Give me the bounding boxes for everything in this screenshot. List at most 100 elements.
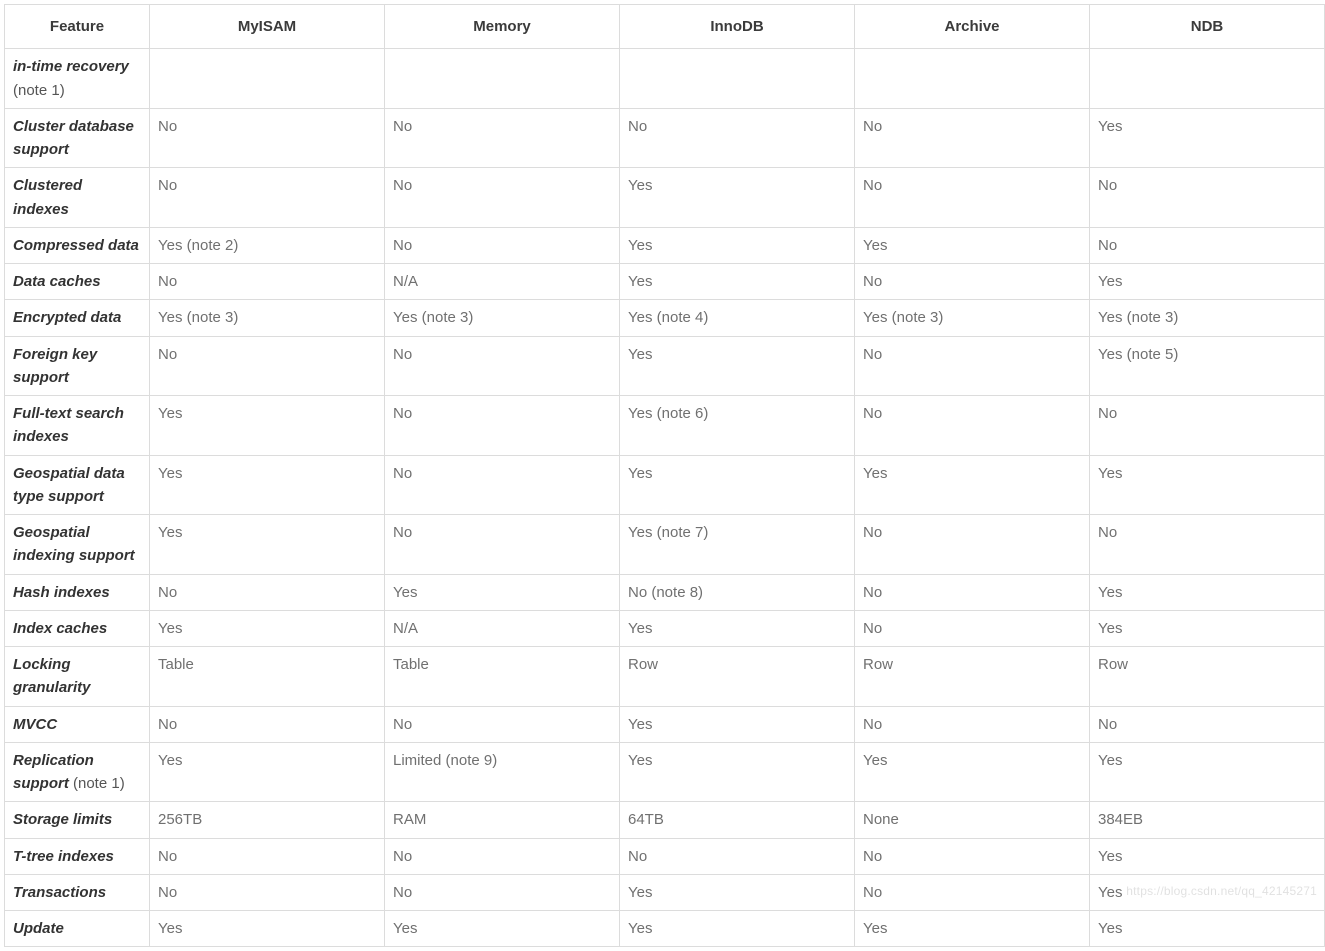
value-cell: Yes xyxy=(150,742,385,802)
value-cell: Yes xyxy=(1090,264,1325,300)
col-header: NDB xyxy=(1090,5,1325,49)
feature-cell: Storage limits xyxy=(5,802,150,838)
feature-name: Compressed data xyxy=(13,237,139,254)
value-cell: No xyxy=(855,396,1090,456)
value-cell: No xyxy=(855,108,1090,168)
value-cell: Yes (note 3) xyxy=(855,300,1090,336)
value-cell: Yes xyxy=(150,396,385,456)
table-row: Geospatial indexing supportYesNoYes (not… xyxy=(5,515,1325,575)
value-cell: Yes xyxy=(1090,108,1325,168)
page-wrap: Feature MyISAM Memory InnoDB Archive NDB… xyxy=(0,0,1325,951)
value-cell: Row xyxy=(1090,647,1325,707)
table-row: Geospatial data type supportYesNoYesYesY… xyxy=(5,455,1325,515)
value-cell: No xyxy=(855,336,1090,396)
value-cell: Limited (note 9) xyxy=(385,742,620,802)
value-cell: No xyxy=(855,264,1090,300)
feature-cell: T-tree indexes xyxy=(5,838,150,874)
feature-note: (note 1) xyxy=(13,82,65,99)
value-cell: Yes xyxy=(620,455,855,515)
feature-cell: Cluster database support xyxy=(5,108,150,168)
value-cell: N/A xyxy=(385,264,620,300)
value-cell: No xyxy=(385,706,620,742)
value-cell: Yes (note 5) xyxy=(1090,336,1325,396)
col-header: Feature xyxy=(5,5,150,49)
value-cell xyxy=(1090,49,1325,109)
feature-name: Update xyxy=(13,920,64,937)
value-cell: Yes (note 4) xyxy=(620,300,855,336)
value-cell: Yes xyxy=(620,742,855,802)
value-cell: Yes (note 3) xyxy=(1090,300,1325,336)
value-cell: No xyxy=(620,108,855,168)
value-cell: None xyxy=(855,802,1090,838)
value-cell: No xyxy=(150,574,385,610)
value-cell: Yes (note 2) xyxy=(150,227,385,263)
value-cell xyxy=(620,49,855,109)
feature-name: Storage limits xyxy=(13,811,112,828)
feature-cell: in-time recovery (note 1) xyxy=(5,49,150,109)
col-header: Archive xyxy=(855,5,1090,49)
table-header-row: Feature MyISAM Memory InnoDB Archive NDB xyxy=(5,5,1325,49)
table-body: in-time recovery (note 1)Cluster databas… xyxy=(5,49,1325,947)
value-cell: Yes xyxy=(1090,574,1325,610)
value-cell: 256TB xyxy=(150,802,385,838)
value-cell: No xyxy=(385,515,620,575)
value-cell: No xyxy=(385,838,620,874)
value-cell: No xyxy=(855,706,1090,742)
value-cell: No xyxy=(385,168,620,228)
table-row: TransactionsNoNoYesNoYes xyxy=(5,874,1325,910)
value-cell: 64TB xyxy=(620,802,855,838)
value-cell: No xyxy=(855,515,1090,575)
value-cell: No xyxy=(1090,396,1325,456)
value-cell: Yes xyxy=(620,227,855,263)
value-cell: Yes xyxy=(1090,838,1325,874)
value-cell: No xyxy=(150,838,385,874)
feature-cell: Geospatial data type support xyxy=(5,455,150,515)
feature-cell: Index caches xyxy=(5,610,150,646)
table-row: in-time recovery (note 1) xyxy=(5,49,1325,109)
feature-name: Clustered indexes xyxy=(13,177,82,217)
value-cell: Yes (note 7) xyxy=(620,515,855,575)
table-row: Clustered indexesNoNoYesNoNo xyxy=(5,168,1325,228)
feature-cell: MVCC xyxy=(5,706,150,742)
table-row: Compressed dataYes (note 2)NoYesYesNo xyxy=(5,227,1325,263)
value-cell: No xyxy=(150,168,385,228)
feature-name: Locking granularity xyxy=(13,656,91,696)
value-cell: No xyxy=(150,336,385,396)
value-cell: No xyxy=(620,838,855,874)
feature-cell: Encrypted data xyxy=(5,300,150,336)
value-cell: Yes xyxy=(855,911,1090,947)
feature-name: Full-text search indexes xyxy=(13,405,124,445)
value-cell: No xyxy=(150,264,385,300)
value-cell: Yes xyxy=(620,264,855,300)
value-cell: No xyxy=(385,336,620,396)
table-row: Replication support (note 1)YesLimited (… xyxy=(5,742,1325,802)
feature-name: MVCC xyxy=(13,716,57,733)
feature-name: Foreign key support xyxy=(13,346,97,386)
value-cell: Yes (note 3) xyxy=(385,300,620,336)
value-cell: Yes xyxy=(1090,911,1325,947)
value-cell: No xyxy=(150,108,385,168)
value-cell: No xyxy=(385,108,620,168)
value-cell: No xyxy=(385,874,620,910)
feature-name: Geospatial data type support xyxy=(13,465,125,505)
value-cell: No xyxy=(855,610,1090,646)
value-cell: Yes xyxy=(150,515,385,575)
value-cell: Yes xyxy=(1090,742,1325,802)
feature-cell: Data caches xyxy=(5,264,150,300)
value-cell: No (note 8) xyxy=(620,574,855,610)
feature-cell: Foreign key support xyxy=(5,336,150,396)
value-cell: Yes xyxy=(385,911,620,947)
value-cell: No xyxy=(855,168,1090,228)
value-cell: No xyxy=(385,455,620,515)
feature-cell: Clustered indexes xyxy=(5,168,150,228)
value-cell: Yes xyxy=(150,455,385,515)
table-row: Foreign key supportNoNoYesNoYes (note 5) xyxy=(5,336,1325,396)
table-row: Hash indexesNoYesNo (note 8)NoYes xyxy=(5,574,1325,610)
value-cell: No xyxy=(1090,515,1325,575)
feature-cell: Full-text search indexes xyxy=(5,396,150,456)
value-cell: Yes xyxy=(1090,874,1325,910)
feature-cell: Update xyxy=(5,911,150,947)
value-cell: Yes xyxy=(620,336,855,396)
feature-name: in-time recovery xyxy=(13,58,129,75)
value-cell: Table xyxy=(150,647,385,707)
